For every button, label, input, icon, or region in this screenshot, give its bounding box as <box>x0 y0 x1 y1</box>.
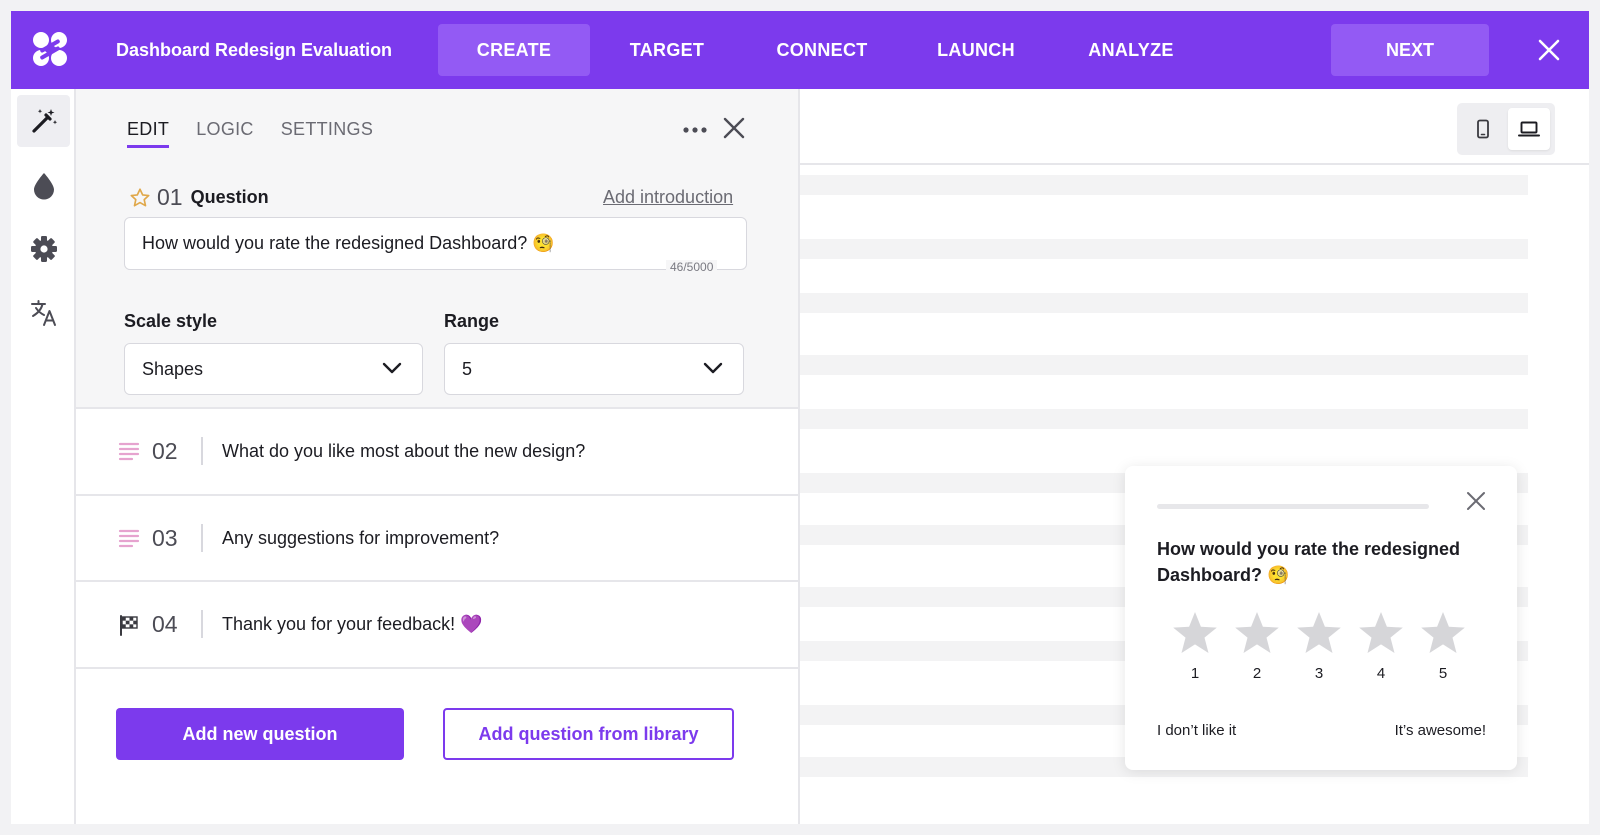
laptop-view-button[interactable] <box>1508 108 1550 150</box>
star-number: 4 <box>1376 665 1386 682</box>
chevron-down-icon <box>703 362 723 374</box>
preview-header <box>800 89 1589 165</box>
question-row-03[interactable]: 03 Any suggestions for improvement? <box>76 494 798 581</box>
editor-footer: Add new question Add question from libra… <box>76 667 798 824</box>
nav-create[interactable]: CREATE <box>438 24 590 76</box>
add-question-from-library-button[interactable]: Add question from library <box>443 708 734 760</box>
left-rail <box>11 89 76 824</box>
nav-analyze[interactable]: ANALYZE <box>1056 24 1206 76</box>
nav-launch[interactable]: LAUNCH <box>906 24 1046 76</box>
magic-wand-icon <box>31 109 57 133</box>
star-outline-icon <box>130 187 150 207</box>
tab-logic[interactable]: LOGIC <box>196 119 254 148</box>
star-rating: 1 2 3 4 5 <box>1171 610 1467 682</box>
top-bar: Dashboard Redesign Evaluation CREATE TAR… <box>11 11 1589 89</box>
star-number: 3 <box>1314 665 1324 682</box>
question-input[interactable] <box>124 217 747 270</box>
scale-style-select[interactable]: Shapes <box>124 343 423 395</box>
divider <box>201 610 203 638</box>
logo-icon <box>33 32 67 66</box>
skeleton-line <box>800 175 1528 195</box>
star-option-5[interactable]: 5 <box>1419 610 1467 682</box>
divider <box>201 524 203 552</box>
scale-style-value: Shapes <box>142 358 204 379</box>
translate-icon <box>30 300 56 326</box>
star-option-1[interactable]: 1 <box>1171 610 1219 682</box>
laptop-icon <box>1518 121 1540 137</box>
star-icon <box>1421 612 1465 653</box>
question-number: 03 <box>152 525 178 551</box>
star-option-3[interactable]: 3 <box>1295 610 1343 682</box>
question-text: Thank you for your feedback! 💜 <box>222 614 483 634</box>
text-lines-icon <box>118 529 140 548</box>
add-introduction-link[interactable]: Add introduction <box>603 187 733 208</box>
device-toggle <box>1457 103 1555 155</box>
question-number: 01 <box>157 184 183 210</box>
skeleton-line <box>800 355 1528 375</box>
scale-high-label: It’s awesome! <box>1394 722 1486 739</box>
star-option-4[interactable]: 4 <box>1357 610 1405 682</box>
scale-style-label: Scale style <box>124 311 218 331</box>
star-icon <box>1359 612 1403 653</box>
star-number: 1 <box>1190 665 1200 682</box>
app-title: Dashboard Redesign Evaluation <box>116 40 393 60</box>
question-number: 04 <box>152 611 178 637</box>
range-select[interactable]: 5 <box>444 343 744 395</box>
survey-widget-preview: How would you rate the redesigned Dashbo… <box>1125 466 1517 770</box>
tab-settings[interactable]: SETTINGS <box>281 119 373 148</box>
close-panel-icon[interactable] <box>721 115 747 141</box>
tab-edit[interactable]: EDIT <box>127 119 170 148</box>
more-options-icon[interactable] <box>681 119 709 141</box>
mobile-icon <box>1477 119 1489 139</box>
range-value: 5 <box>462 358 473 379</box>
close-icon[interactable] <box>1465 490 1487 512</box>
text-lines-icon <box>118 442 140 461</box>
rail-settings-button[interactable] <box>17 223 70 275</box>
question-text: What do you like most about the new desi… <box>222 441 586 461</box>
star-icon <box>1173 612 1217 653</box>
question-number: 02 <box>152 438 178 464</box>
question-label: Question <box>190 187 269 207</box>
chevron-down-icon <box>382 362 402 374</box>
question-row-02[interactable]: 02 What do you like most about the new d… <box>76 407 798 494</box>
star-icon <box>1235 612 1279 653</box>
close-icon[interactable] <box>1535 36 1563 64</box>
star-number: 2 <box>1252 665 1262 682</box>
skeleton-line <box>800 293 1528 313</box>
nav-target[interactable]: TARGET <box>596 24 738 76</box>
widget-question-text: How would you rate the redesigned Dashbo… <box>1157 539 1461 585</box>
rail-theme-button[interactable] <box>17 159 70 211</box>
checkered-flag-icon <box>120 615 138 636</box>
skeleton-line <box>800 239 1528 259</box>
preview-area: How would you rate the redesigned Dashbo… <box>800 89 1589 824</box>
star-icon <box>1297 612 1341 653</box>
skeleton-line <box>800 409 1528 429</box>
app-window: Dashboard Redesign Evaluation CREATE TAR… <box>11 11 1589 824</box>
scale-low-label: I don’t like it <box>1157 722 1237 739</box>
add-new-question-button[interactable]: Add new question <box>116 708 404 760</box>
question-text: Any suggestions for improvement? <box>222 528 500 548</box>
next-button[interactable]: NEXT <box>1331 24 1489 76</box>
star-option-2[interactable]: 2 <box>1233 610 1281 682</box>
editor-panel: EDIT LOGIC SETTINGS 01 Question Add intr… <box>76 89 800 824</box>
star-number: 5 <box>1438 665 1448 682</box>
divider <box>201 437 203 465</box>
question-header: 01 Question <box>129 184 269 211</box>
drop-icon <box>33 173 54 200</box>
progress-bar <box>1157 504 1429 509</box>
gear-icon <box>30 236 57 262</box>
mobile-view-button[interactable] <box>1462 108 1504 150</box>
editor-tabs: EDIT LOGIC SETTINGS <box>127 119 373 148</box>
question-row-04[interactable]: 04 Thank you for your feedback! 💜 <box>76 580 798 667</box>
rail-translate-button[interactable] <box>17 287 70 339</box>
range-label: Range <box>444 311 500 331</box>
rail-edit-button[interactable] <box>17 95 70 147</box>
nav-connect[interactable]: CONNECT <box>746 24 898 76</box>
character-counter: 46/5000 <box>666 260 718 274</box>
